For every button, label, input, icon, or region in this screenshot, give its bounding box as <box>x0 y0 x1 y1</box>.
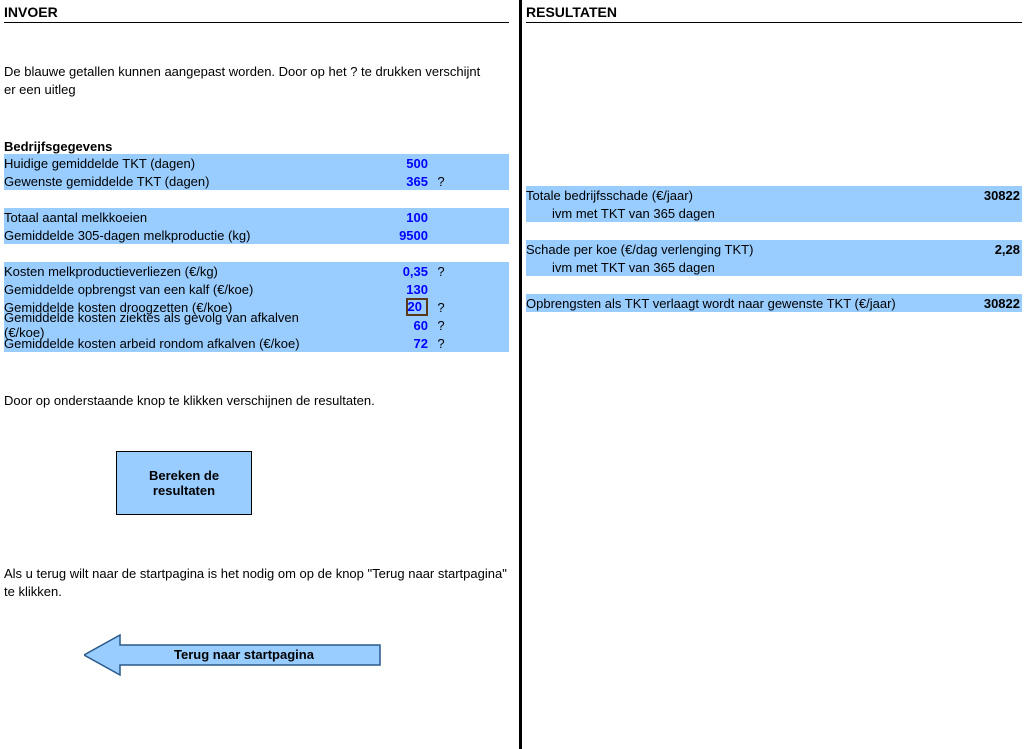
intro-text: De blauwe getallen kunnen aangepast word… <box>4 63 494 99</box>
back-button-label: Terug naar startpagina <box>174 647 315 662</box>
help-icon[interactable]: ? <box>434 174 448 189</box>
results-pane: RESULTATEN Totale bedrijfsschade (€/jaar… <box>522 0 1032 749</box>
input-value-dryoff[interactable]: 20 <box>334 298 434 316</box>
input-value-cows[interactable]: 100 <box>334 210 434 225</box>
input-pane: INVOER De blauwe getallen kunnen aangepa… <box>0 0 522 749</box>
result-total-damage: 30822 <box>962 188 1022 203</box>
input-row-labor: Gemiddelde kosten arbeid rondom afkalven… <box>4 334 509 352</box>
help-icon[interactable]: ? <box>434 264 448 279</box>
input-value-labor[interactable]: 72 <box>334 336 434 351</box>
selected-cell[interactable]: 20 <box>406 298 428 316</box>
help-icon[interactable]: ? <box>434 300 448 315</box>
input-header: INVOER <box>4 4 509 23</box>
result-revenue: 30822 <box>962 296 1022 311</box>
input-row-cows: Totaal aantal melkkoeien 100 <box>4 208 509 226</box>
input-row-milkloss: Kosten melkproductieverliezen (€/kg) 0,3… <box>4 262 509 280</box>
help-icon[interactable]: ? <box>434 318 448 333</box>
input-value-calf[interactable]: 130 <box>334 282 434 297</box>
back-text: Als u terug wilt naar de startpagina is … <box>4 565 509 601</box>
mid-text: Door op onderstaande knop te klikken ver… <box>4 392 509 410</box>
input-row-tkt-desired: Gewenste gemiddelde TKT (dagen) 365 ? <box>4 172 509 190</box>
input-value-tkt-current[interactable]: 500 <box>334 156 434 171</box>
back-button[interactable]: Terug naar startpagina <box>84 631 509 679</box>
input-value-milk[interactable]: 9500 <box>334 228 434 243</box>
results-header: RESULTATEN <box>526 4 1022 23</box>
input-value-milkloss[interactable]: 0,35 <box>334 264 434 279</box>
input-value-disease[interactable]: 60 <box>334 318 434 333</box>
result-row-total-damage: Totale bedrijfsschade (€/jaar) 30822 <box>526 186 1022 204</box>
input-row-milk: Gemiddelde 305-dagen melkproductie (kg) … <box>4 226 509 244</box>
input-row-tkt-current: Huidige gemiddelde TKT (dagen) 500 <box>4 154 509 172</box>
result-row-revenue: Opbrengsten als TKT verlaagt wordt naar … <box>526 294 1022 312</box>
result-row-damage-per-cow-sub: ivm met TKT van 365 dagen <box>526 258 1022 276</box>
arrow-left-icon: Terug naar startpagina <box>84 631 384 679</box>
section-title: Bedrijfsgegevens <box>4 139 509 154</box>
input-row-disease: Gemiddelde kosten ziektes als gevolg van… <box>4 316 509 334</box>
input-value-tkt-desired[interactable]: 365 <box>334 174 434 189</box>
calculate-button[interactable]: Bereken de resultaten <box>116 451 252 515</box>
help-icon[interactable]: ? <box>434 336 448 351</box>
input-row-calf: Gemiddelde opbrengst van een kalf (€/koe… <box>4 280 509 298</box>
result-row-damage-per-cow: Schade per koe (€/dag verlenging TKT) 2,… <box>526 240 1022 258</box>
result-damage-per-cow: 2,28 <box>962 242 1022 257</box>
result-row-total-damage-sub: ivm met TKT van 365 dagen <box>526 204 1022 222</box>
